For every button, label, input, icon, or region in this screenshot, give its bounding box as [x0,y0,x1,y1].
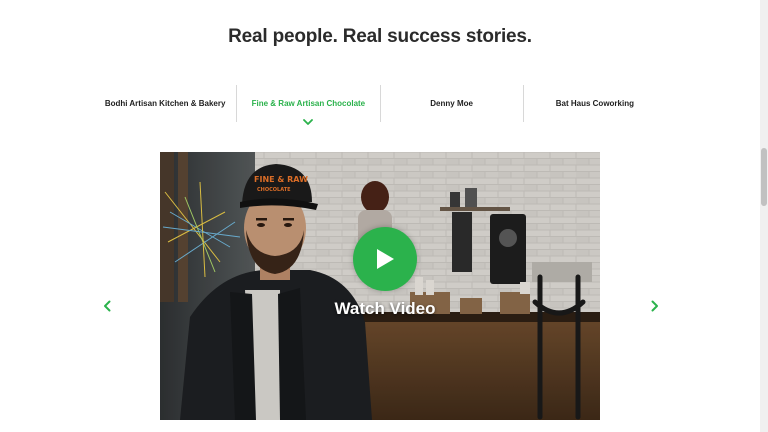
tab-label: Bat Haus Coworking [555,99,634,108]
chevron-down-icon [303,119,314,125]
tab-bat-haus-coworking[interactable]: Bat Haus Coworking [522,85,666,122]
chevron-right-icon [651,300,658,312]
tab-denny-moe[interactable]: Denny Moe [379,85,523,122]
tab-fine-raw-chocolate[interactable]: Fine & Raw Artisan Chocolate [236,85,379,125]
tab-label: Fine & Raw Artisan Chocolate [251,99,366,108]
page-scrollbar[interactable] [760,0,768,432]
chevron-left-icon [104,300,111,312]
play-icon [377,249,394,269]
carousel-next-button[interactable] [648,298,662,314]
tab-label: Bodhi Artisan Kitchen & Bakery [104,99,226,108]
section-title: Real people. Real success stories. [228,26,532,47]
scrollbar-thumb[interactable] [761,148,767,206]
tab-bodhi-artisan-kitchen[interactable]: Bodhi Artisan Kitchen & Bakery [94,85,236,122]
story-tabs: Bodhi Artisan Kitchen & Bakery Fine & Ra… [94,85,666,125]
watch-video-label[interactable]: Watch Video [300,299,470,319]
carousel-prev-button[interactable] [100,298,114,314]
play-button[interactable] [353,227,417,291]
tab-label: Denny Moe [430,99,473,108]
